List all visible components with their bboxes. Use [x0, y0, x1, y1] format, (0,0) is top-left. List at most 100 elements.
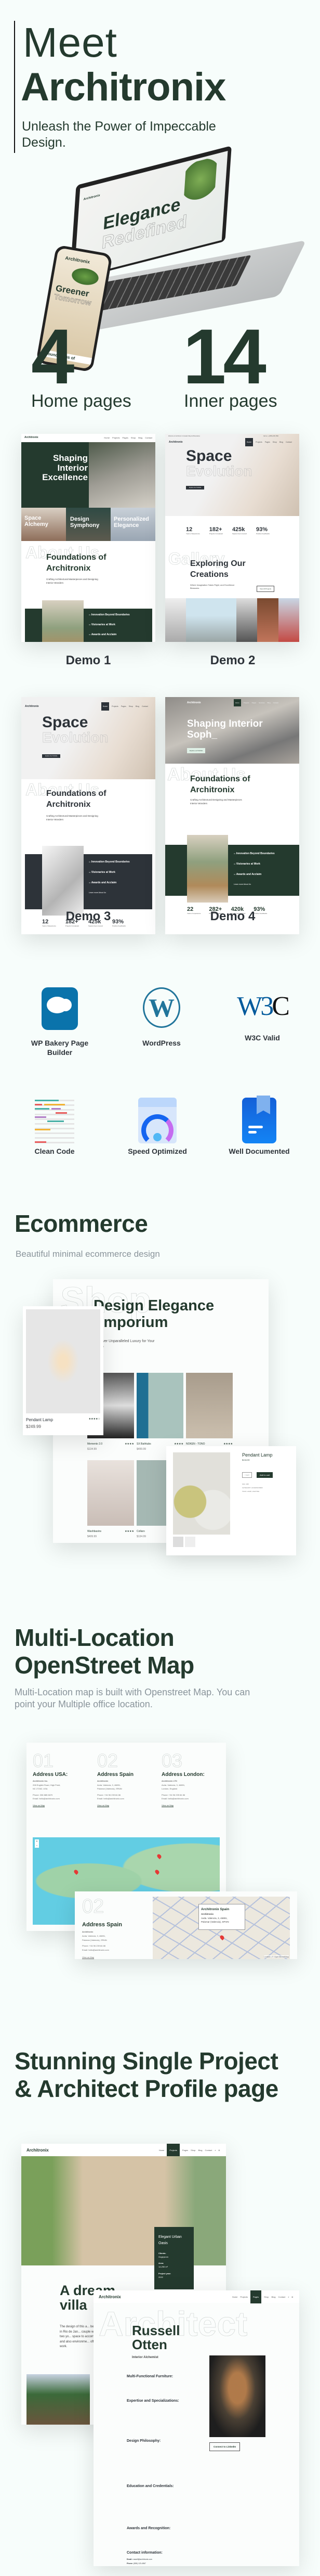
view-on-map-link[interactable]: View on Map	[162, 1804, 216, 1807]
view-on-map-link[interactable]: View on Map	[33, 1804, 87, 1807]
demo-2-gallery-sub: Where Imagination Takes Flight, and Exce…	[190, 584, 235, 590]
demo-1-nav-contact[interactable]: Contact	[145, 436, 152, 439]
demo-2-nav-pages[interactable]: Pages	[265, 441, 270, 443]
demo-4-feature-3: 03 Awards and Acclaim	[234, 873, 262, 876]
demo-4-nav-services[interactable]: Services	[259, 702, 265, 704]
view-on-map-link[interactable]: View on Map	[82, 1955, 109, 1959]
demo-2-nav-projects[interactable]: Projects	[256, 441, 262, 443]
demo-3-nav-home[interactable]: Home	[101, 702, 110, 711]
spain-location-card: 02 Address Spain Architronix Avda. Valenc…	[75, 1891, 297, 1959]
demo-3-feature-1: 01 Innovation Beyond Boundaries	[89, 860, 130, 864]
demo-4-learn-more[interactable]: Learn more About Us	[234, 883, 275, 885]
count-home-number: 4	[31, 313, 75, 400]
add-to-cart-button[interactable]: Add to cart	[257, 1472, 273, 1478]
architect-nav-projects[interactable]: Projects	[240, 2296, 247, 2298]
demo-4-nav-pages[interactable]: Pages	[252, 702, 257, 704]
demo-3-nav-blog[interactable]: Blog	[136, 705, 139, 707]
demo-2-nav-shop[interactable]: Shop	[273, 441, 277, 443]
product-card[interactable]: SX Bathtubs ★★★★ $499.99	[137, 1373, 183, 1451]
featured-product-card[interactable]: Pendant Lamp ★★★★☆ $249.99	[23, 1306, 103, 1435]
product-card[interactable]: NOKEN - TONO★★★★ $249.99	[186, 1373, 233, 1451]
architect-nav-home[interactable]: Home	[232, 2296, 238, 2298]
book-icon	[242, 1096, 276, 1143]
architect-nav-shop[interactable]: Shop	[264, 2296, 269, 2298]
demo-2-view-all-button[interactable]: View All Projects	[257, 586, 275, 592]
project-nav-shop[interactable]: Shop	[191, 2149, 195, 2152]
map-pin-icon[interactable]	[156, 1853, 163, 1860]
demo-4-about-image	[187, 835, 228, 903]
demo-1-preview[interactable]: Architronix Home Projects Pages Shop Blo…	[21, 434, 155, 642]
project-nav-projects[interactable]: Projects	[167, 2144, 180, 2157]
quantity-stepper[interactable]: − 1 +	[242, 1472, 252, 1478]
demo-2-topbar-phone: Call us: +1(555)-456-7890	[263, 435, 278, 437]
demo-1-nav-blog[interactable]: Blog	[138, 436, 142, 439]
project-nav-blog[interactable]: Blog	[198, 2149, 203, 2152]
wpbakery-icon	[42, 987, 78, 1030]
cart-icon[interactable]: ◘	[292, 2296, 293, 2298]
demo-2-nav-contact[interactable]: Contact	[286, 441, 292, 443]
architect-nav-pages[interactable]: Pages	[250, 2290, 262, 2303]
demo-4-nav-contact[interactable]: Contact	[273, 702, 278, 704]
demo-4-nav-projects[interactable]: Projects	[244, 702, 249, 704]
zoom-controls[interactable]: + −	[35, 1839, 39, 1848]
demo-1-nav-home[interactable]: Home	[104, 436, 110, 439]
map-title: Multi-Location OpenStreet Map	[15, 1624, 194, 1679]
demo-2-gallery	[165, 598, 299, 642]
architect-profile-preview: Architronix Home Projects Pages Shop Blo…	[94, 2290, 299, 2566]
address-card-london: 03 Address London: Architronix LTD Avda. …	[162, 1750, 216, 1807]
speedometer-icon	[138, 1098, 177, 1143]
demo-2-headline: Space	[186, 447, 232, 465]
project-nav-contact[interactable]: Contact	[205, 2149, 212, 2152]
city-map[interactable]: Architronix Spain Architronix Avda. Vale…	[153, 1897, 290, 1959]
demo-2-nav-home[interactable]: Home	[245, 438, 254, 446]
demo-1-nav-shop[interactable]: Shop	[131, 436, 136, 439]
demo-2-preview[interactable]: Welcome to Architronix: Innovation Beyon…	[165, 434, 299, 642]
project-nav-pages[interactable]: Pages	[182, 2149, 188, 2152]
architect-nav-contact[interactable]: Contact	[278, 2296, 286, 2298]
map-pin-icon[interactable]	[73, 1869, 79, 1875]
product-meta-tags: TAGS: LAMP, LIGHTING	[242, 1490, 260, 1493]
view-on-map-link[interactable]: View on Map	[97, 1804, 151, 1807]
demo-4-logo: Architronix	[187, 701, 201, 704]
architect-role: Interior Alchemist	[132, 2356, 158, 2359]
project-hero-image	[21, 2156, 226, 2265]
demo-2-nav-blog[interactable]: Blog	[279, 441, 283, 443]
demo-1-tile-2[interactable]: Design Symphony	[66, 508, 111, 541]
demo-4-nav-home[interactable]: Home	[233, 699, 241, 706]
ecommerce-title: Ecommerce	[15, 1210, 148, 1237]
architect-nav-blog[interactable]: Blog	[272, 2296, 276, 2298]
search-icon[interactable]: ⌕	[288, 2296, 289, 2298]
demo-2-cta-button[interactable]: Explore Our Portfolio	[186, 486, 205, 490]
demo-4-nav-blog[interactable]: Blog	[268, 702, 271, 704]
product-detail-name: Pendant Lamp	[242, 1452, 273, 1458]
map-pin-icon[interactable]	[154, 1869, 161, 1875]
demo-3-cta-button[interactable]: Explore Our Portfolio	[42, 754, 61, 758]
project-nav-home[interactable]: Home	[159, 2149, 165, 2152]
product-detail-price: $134.99	[242, 1459, 250, 1461]
demo-4-feature-1: 01 Innovation Beyond Boundaries	[234, 852, 275, 855]
linkedin-button[interactable]: Connect to LinkedIn	[209, 2442, 241, 2451]
demo-3-nav-contact[interactable]: Contact	[142, 705, 148, 707]
demo-3-preview[interactable]: Architronix Home Projects Pages Shop Blo…	[21, 697, 155, 934]
demo-1-tile-3[interactable]: Personalized Elegance	[111, 508, 155, 541]
feature-speed: Speed Optimized	[108, 1098, 207, 1156]
demo-1-tile-1[interactable]: Space Alchemy	[21, 508, 66, 541]
cart-icon[interactable]: ◘	[219, 2149, 220, 2152]
search-icon[interactable]: ⌕	[215, 2149, 216, 2152]
product-card[interactable]: Washbasins ★★★★ $499.99	[87, 1460, 134, 1538]
feature-wordpress-label: WordPress	[142, 1039, 181, 1047]
demo-4-cta-button[interactable]: Explore our Portfolio	[187, 748, 206, 753]
demo-2-label: Demo 2	[210, 653, 256, 667]
demo-4-preview[interactable]: Architronix Home Projects Pages Services…	[165, 697, 299, 934]
demo-1-tile-3-label: Personalized Elegance	[114, 516, 149, 529]
demo-1-nav-pages[interactable]: Pages	[123, 436, 128, 439]
demo-3-nav-shop[interactable]: Shop	[129, 705, 133, 707]
map-subtitle: Multi-Location map is built with Openstr…	[15, 1687, 250, 1710]
feature-clean-code-label: Clean Code	[34, 1147, 75, 1155]
demo-3-nav-projects[interactable]: Projects	[112, 705, 118, 707]
demo-3-learn-more[interactable]: Learn more About Us	[89, 892, 130, 894]
address-card-spain: 02 Address Spain Architronix Avda. Valenc…	[97, 1750, 151, 1807]
feature-w3c-label: W3C Valid	[245, 1034, 280, 1042]
demo-1-nav-projects[interactable]: Projects	[112, 436, 119, 439]
demo-3-nav-pages[interactable]: Pages	[121, 705, 126, 707]
